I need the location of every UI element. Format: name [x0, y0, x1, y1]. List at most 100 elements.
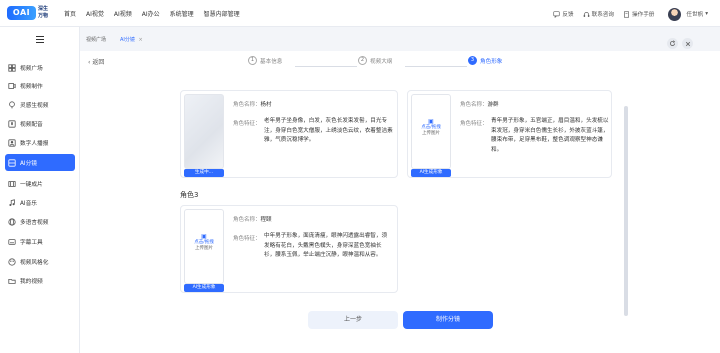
close-icon[interactable]: × — [139, 37, 143, 43]
close-icon — [685, 41, 690, 46]
tab-strip: 视频广场 AI分镜 × — [80, 27, 720, 51]
trait-label: 角色特征： — [233, 236, 261, 242]
sidebar-item-label: 视频配音 — [20, 122, 43, 128]
logo[interactable]: OAI 深生 万物 — [7, 5, 56, 21]
sidebar-item-my-videos[interactable]: 我的视频 — [5, 272, 75, 289]
storyboard-icon — [8, 158, 16, 167]
headset-icon — [583, 11, 589, 17]
mic-icon — [8, 119, 16, 128]
ai-generate-button[interactable]: AI生成形象 — [184, 284, 224, 292]
sidebar-item-label: 我的视频 — [20, 279, 43, 285]
feedback-icon — [553, 10, 561, 18]
step-label: 基本信息 — [260, 58, 283, 65]
sidebar-item-label: 数字人播报 — [20, 141, 49, 147]
grid-icon — [8, 63, 16, 72]
upload-hint: 上传图片 — [195, 246, 213, 251]
step-outline[interactable]: 2 视频大纲 — [358, 56, 392, 65]
nav-home[interactable]: 首页 — [64, 9, 76, 18]
feedback-label: 反馈 — [562, 12, 574, 18]
sidebar-item-label: 视频制作 — [20, 84, 43, 90]
folder-icon — [8, 278, 16, 284]
sidebar-item-inspiration-video[interactable]: 灵感生视频 — [5, 96, 75, 113]
avatar[interactable] — [668, 7, 682, 21]
sidebar-item-label: 视频风格化 — [20, 260, 49, 266]
chevron-down-icon[interactable]: ▾ — [705, 11, 708, 17]
refresh-button[interactable] — [667, 38, 678, 49]
trait-label: 角色特征： — [460, 121, 488, 127]
sidebar-item-one-click[interactable]: 一键成片 — [5, 175, 75, 192]
step-label: 角色形象 — [480, 58, 503, 65]
step-basic-info[interactable]: 1 基本信息 — [248, 56, 282, 65]
close-all-button[interactable] — [682, 38, 693, 49]
palette-icon — [8, 257, 16, 266]
character-name: 杨村 — [260, 102, 272, 108]
upload-hint: 上传图片 — [422, 131, 440, 136]
refresh-icon — [669, 40, 676, 47]
sidebar-item-label: 多语言视频 — [20, 220, 49, 226]
contact-link[interactable]: 联系咨询 — [583, 10, 614, 18]
top-nav: 首页 AI视觉 AI视频 AI办公 系统管理 智慧内部管理 — [64, 9, 250, 18]
nav-system[interactable]: 系统管理 — [170, 9, 194, 18]
sidebar-item-label: AI音乐 — [20, 201, 37, 207]
header-actions: 反馈 联系咨询 操作手册 任世帆 ▾ — [544, 7, 708, 21]
field-label: 角色名称： — [460, 102, 488, 108]
sidebar-item-video-production[interactable]: 视频制作 — [5, 77, 75, 94]
character-trait: 中年男子形象，面庞清瘦，眼神闪透露出睿智，须发略有花白，头戴黑色幞头，身穿深蓝色… — [264, 233, 388, 258]
bulb-icon — [9, 100, 15, 108]
step-number: 1 — [248, 56, 257, 65]
sidebar-item-digital-human[interactable]: 数字人播报 — [5, 134, 75, 151]
sidebar: 视频广场 视频制作 灵感生视频 视频配音 数字人播报 AI分镜 一键成片 AI音… — [0, 27, 80, 353]
trait-label: 角色特征： — [233, 121, 261, 127]
field-label: 角色名称： — [233, 102, 261, 108]
character-card: 生成中... 角色名称：杨村 角色特征： 老年男子坐身像，白发，灰色长发束发髻，… — [180, 90, 398, 178]
nav-ai-vision[interactable]: AI视觉 — [86, 9, 104, 18]
sidebar-item-stylize[interactable]: 视频风格化 — [5, 253, 75, 270]
ai-generate-button[interactable]: AI生成形象 — [411, 169, 451, 177]
sidebar-item-label: 一键成片 — [20, 182, 43, 188]
film-icon — [8, 180, 16, 187]
music-icon — [9, 198, 15, 206]
language-icon — [8, 217, 16, 226]
upload-prompt: ▣ 点击/拖拽 上传图片 — [412, 119, 450, 137]
upload-area[interactable]: ▣ 点击/拖拽 上传图片 — [184, 209, 224, 284]
field-label: 角色名称： — [233, 217, 261, 223]
step-character[interactable]: 3 角色形象 — [468, 56, 502, 65]
upload-prompt: ▣ 点击/拖拽 上传图片 — [185, 234, 223, 252]
feedback-link[interactable]: 反馈 — [553, 10, 574, 18]
top-bar: OAI 深生 万物 首页 AI视觉 AI视频 AI办公 系统管理 智慧内部管理 … — [0, 0, 720, 27]
manual-label: 操作手册 — [632, 12, 655, 18]
sidebar-item-label: AI分镜 — [20, 161, 37, 167]
upload-area[interactable]: ▣ 点击/拖拽 上传图片 — [411, 94, 451, 169]
character-card: ▣ 点击/拖拽 上传图片 AI生成形象 角色名称：游群 角色特征： 青年男子形象… — [407, 90, 612, 178]
sidebar-item-ai-music[interactable]: AI音乐 — [5, 194, 75, 211]
nav-internal[interactable]: 智慧内部管理 — [204, 9, 240, 18]
tab-label: AI分镜 — [120, 37, 135, 43]
tab-ai-storyboard[interactable]: AI分镜 × — [120, 36, 143, 43]
character-image — [184, 94, 224, 169]
character-name: 游群 — [487, 102, 499, 108]
nav-ai-office[interactable]: AI办公 — [142, 9, 160, 18]
logo-line-2: 万物 — [38, 12, 49, 19]
person-icon — [8, 138, 16, 147]
sidebar-item-ai-storyboard[interactable]: AI分镜 — [5, 154, 75, 171]
character-name: 程颐 — [260, 217, 272, 223]
step-number: 3 — [468, 56, 477, 65]
sidebar-item-label: 灵感生视频 — [20, 103, 49, 109]
scrollbar[interactable] — [624, 106, 628, 316]
sidebar-item-video-square[interactable]: 视频广场 — [5, 59, 75, 76]
menu-toggle-icon[interactable] — [36, 36, 44, 43]
name-field: 角色名称：程颐 — [233, 215, 272, 223]
generating-button[interactable]: 生成中... — [184, 169, 224, 177]
sidebar-item-subtitle-tool[interactable]: 字幕工具 — [5, 233, 75, 250]
nav-ai-video[interactable]: AI视频 — [114, 9, 132, 18]
sidebar-item-label: 字幕工具 — [20, 240, 43, 246]
tab-video-square[interactable]: 视频广场 — [86, 36, 106, 43]
manual-link[interactable]: 操作手册 — [623, 10, 654, 18]
sidebar-item-multilingual[interactable]: 多语言视频 — [5, 213, 75, 230]
contact-label: 联系咨询 — [591, 12, 614, 18]
sidebar-item-dubbing[interactable]: 视频配音 — [5, 115, 75, 132]
make-storyboard-button[interactable]: 制作分镜 — [403, 311, 493, 329]
subtitle-icon — [8, 238, 16, 245]
prev-step-button[interactable]: 上一步 — [308, 311, 398, 329]
username[interactable]: 任世帆 — [686, 10, 703, 18]
